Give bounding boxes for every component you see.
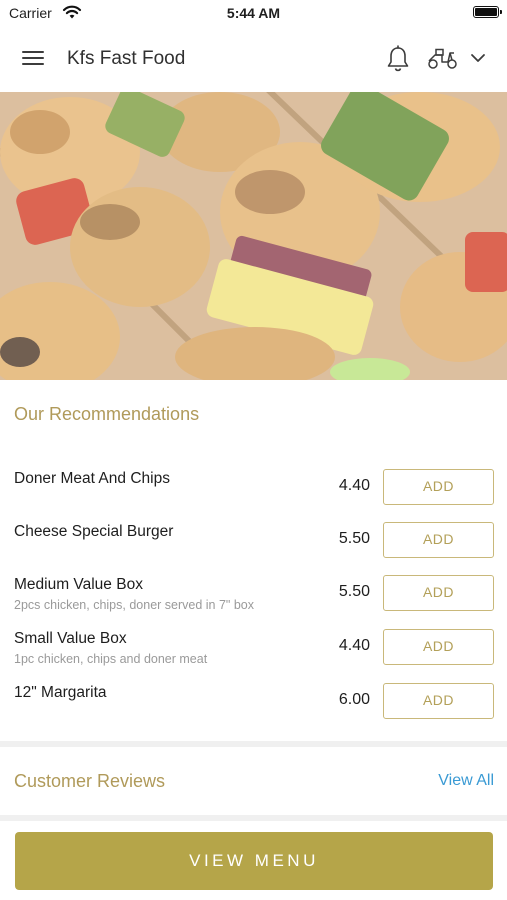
hamburger-menu-icon[interactable] [22, 50, 46, 68]
battery-icon [473, 6, 502, 18]
add-button[interactable]: ADD [383, 575, 494, 611]
item-name: Medium Value Box [14, 576, 143, 593]
item-name: 12" Margarita [14, 684, 107, 701]
add-button[interactable]: ADD [383, 683, 494, 719]
status-bar: Carrier 5:44 AM [0, 0, 507, 26]
reviews-heading: Customer Reviews [14, 771, 166, 791]
item-price: 5.50 [338, 583, 370, 600]
bell-icon[interactable] [385, 45, 411, 78]
hero-food-image [0, 92, 507, 380]
item-name: Cheese Special Burger [14, 523, 174, 540]
app-header: Kfs Fast Food [0, 26, 507, 92]
add-button[interactable]: ADD [383, 522, 494, 558]
item-price: 4.40 [338, 637, 370, 654]
scooter-icon[interactable] [427, 48, 459, 75]
view-menu-button[interactable]: VIEW MENU [15, 832, 493, 890]
section-divider [0, 741, 507, 747]
add-button[interactable]: ADD [383, 629, 494, 665]
item-description: 2pcs chicken, chips, doner served in 7" … [14, 598, 254, 612]
add-button[interactable]: ADD [383, 469, 494, 505]
restaurant-title: Kfs Fast Food [67, 48, 186, 69]
item-name: Small Value Box [14, 630, 127, 647]
item-name: Doner Meat And Chips [14, 470, 170, 487]
item-price: 4.40 [338, 477, 370, 494]
item-description: 1pc chicken, chips and doner meat [14, 652, 208, 666]
clock: 5:44 AM [226, 5, 281, 21]
item-price: 5.50 [338, 530, 370, 547]
view-all-link[interactable]: View All [438, 772, 494, 790]
section-divider [0, 815, 507, 821]
item-price: 6.00 [338, 691, 370, 708]
recommendations-heading: Our Recommendations [14, 404, 200, 424]
chevron-down-icon[interactable] [470, 51, 486, 69]
